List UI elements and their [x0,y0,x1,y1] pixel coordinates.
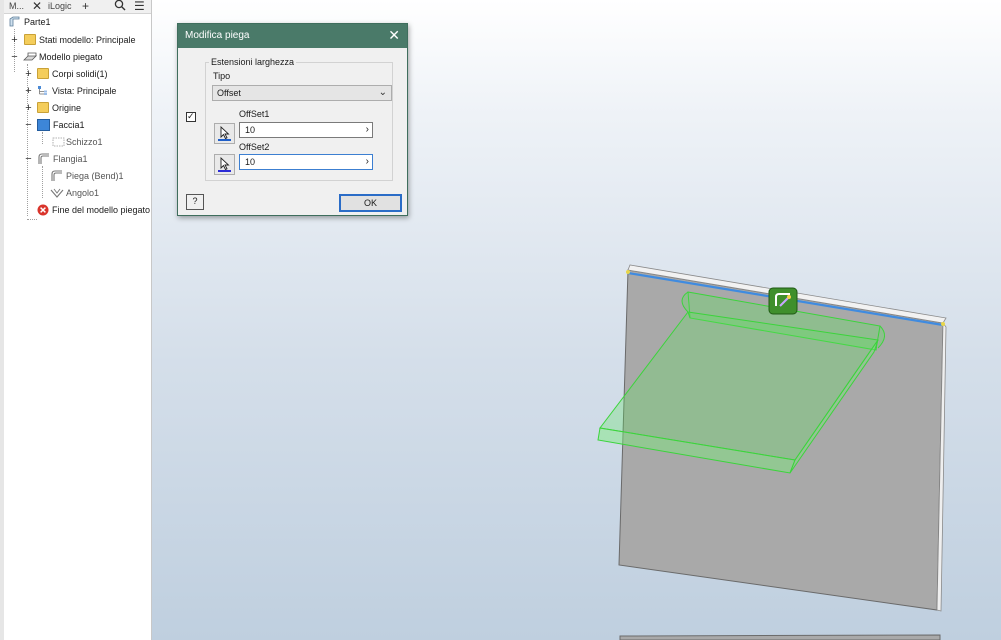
corner-icon [50,187,64,198]
tree-item-label: Flangia1 [53,154,88,164]
folder-icon [24,34,36,45]
flange-icon [37,153,51,164]
tree-item-label: Piega (Bend)1 [66,171,124,181]
collapse-icon[interactable]: − [10,49,19,65]
menu-icon[interactable]: ☰ [134,0,145,13]
tree-item-label: Modello piegato [39,52,103,62]
cursor-pick-icon [220,126,230,140]
chevron-right-icon[interactable]: › [366,155,369,169]
expand-icon[interactable]: + [10,32,19,48]
expand-icon[interactable]: + [24,83,33,99]
dialog-title: Modifica piega [185,30,250,41]
tree-item-label: Origine [52,103,82,113]
cursor-pick-icon [220,157,230,171]
end-of-part-icon [37,204,49,216]
browser-tab-bar: M... ✕ iLogic + ☰ [4,0,151,14]
bend-icon [50,170,64,181]
tree-item-label: Schizzo1 [66,137,103,147]
tree-item-label: Faccia1 [53,120,85,130]
collapse-icon[interactable]: − [24,117,33,133]
tree-item-label: Angolo1 [66,188,100,198]
tree-item-label: Corpi solidi(1) [52,69,108,79]
tab-ilogic[interactable]: iLogic [48,0,72,13]
offset2-input[interactable]: 10 › [239,154,373,170]
close-icon[interactable]: ✕ [388,27,400,43]
folder-icon [37,102,49,113]
checkmark-icon: ✓ [187,111,195,121]
tree-item-label: Vista: Principale [52,86,117,96]
face-icon [37,119,50,131]
sketch-icon [52,136,65,147]
browser-edge [0,0,4,640]
offset1-value: 10 [245,125,256,135]
chevron-down-icon: ⌄ [378,87,387,98]
tipo-label: Tipo [213,71,231,81]
add-tab-icon[interactable]: + [82,0,89,13]
close-tab-icon[interactable]: ✕ [32,0,42,13]
offset2-value: 10 [245,157,256,167]
bend-glyph-icon [768,287,798,315]
collapse-icon[interactable]: − [24,151,33,167]
offset1-select-button[interactable] [214,123,235,144]
modify-bend-dialog: Modifica piega ✕ ✓ Estensioni larghezza … [177,23,408,216]
search-icon[interactable] [114,0,126,14]
sheet-metal-icon [23,51,37,62]
tab-model[interactable]: M... [9,0,24,13]
group-label: Estensioni larghezza [209,57,297,67]
expand-icon[interactable]: + [24,66,33,82]
selection-color-bar [218,139,231,141]
expand-icon[interactable]: + [24,100,33,116]
view-icon [37,85,49,96]
help-button[interactable]: ? [186,194,204,210]
offset2-label: OffSet2 [239,142,270,152]
offset1-label: OffSet1 [239,109,270,119]
selection-color-bar [218,170,231,172]
offset1-input[interactable]: 10 › [239,122,373,138]
ok-button[interactable]: OK [339,194,402,212]
chevron-right-icon[interactable]: › [366,123,369,137]
dialog-title-bar[interactable]: Modifica piega ✕ [178,24,407,48]
model-browser: M... ✕ iLogic + ☰ Parte1 + Stati modello… [0,0,152,640]
part-icon [8,16,21,27]
tree-item-label: Stati modello: Principale [39,35,136,45]
tree-item-label: Fine del modello piegato [52,205,151,215]
tree-item-label: Parte1 [24,17,51,27]
enable-width-extents-checkbox[interactable]: ✓ [186,111,196,122]
offset2-select-button[interactable] [214,154,235,175]
tipo-selected-value: Offset [217,88,241,98]
folder-icon [37,68,49,79]
tipo-dropdown[interactable]: Offset ⌄ [212,85,392,101]
